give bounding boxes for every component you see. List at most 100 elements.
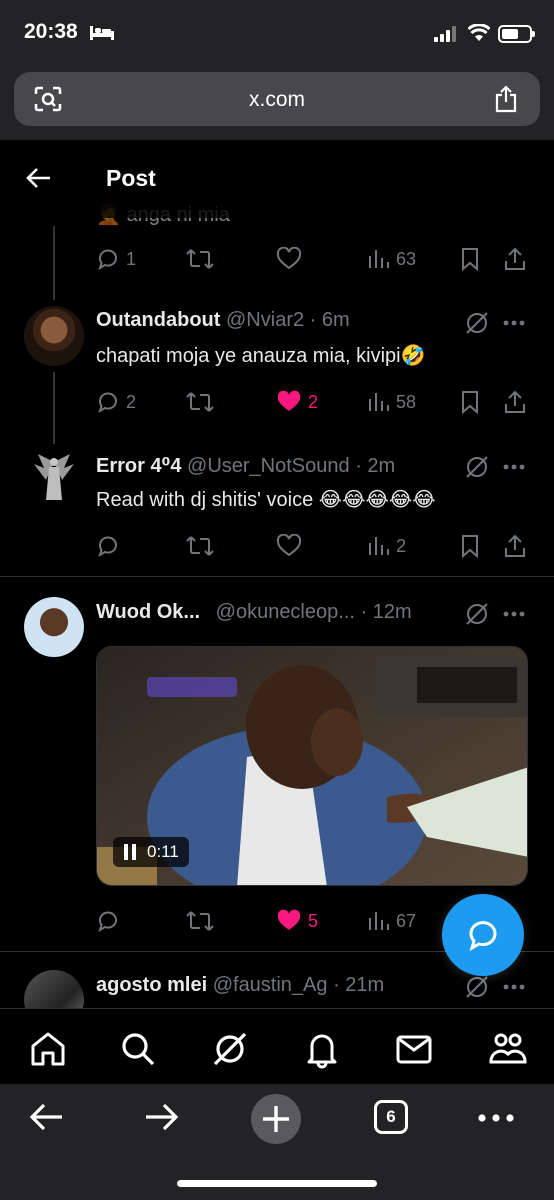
share-button[interactable] bbox=[504, 387, 526, 417]
reply-count: 2 bbox=[126, 391, 137, 412]
bookmark-icon bbox=[462, 535, 478, 558]
tabs-icon[interactable]: 6 bbox=[374, 1100, 408, 1134]
x-page: Post 🤦 anga ni mia 1 63 bbox=[0, 140, 554, 1008]
timestamp[interactable]: · 2m bbox=[355, 455, 395, 477]
thread-line bbox=[53, 226, 55, 300]
reply-button[interactable] bbox=[96, 906, 120, 936]
display-name[interactable]: Wuod Ok... bbox=[96, 601, 200, 623]
share-button[interactable] bbox=[504, 531, 526, 561]
repost-button[interactable] bbox=[186, 244, 214, 274]
share-icon bbox=[505, 534, 525, 557]
bed-icon bbox=[90, 26, 114, 40]
timestamp[interactable]: · 12m bbox=[360, 601, 411, 623]
display-name[interactable]: Outandabout bbox=[96, 309, 220, 331]
grok-icon[interactable] bbox=[464, 310, 490, 336]
like-button[interactable]: 5 bbox=[276, 906, 318, 936]
heart-icon bbox=[276, 534, 302, 557]
messages-icon[interactable] bbox=[394, 1029, 434, 1069]
like-count: 2 bbox=[308, 391, 319, 412]
pause-icon bbox=[124, 844, 136, 860]
signal-icon bbox=[434, 26, 456, 42]
video-time: 0:11 bbox=[147, 842, 179, 861]
grok-icon[interactable] bbox=[464, 601, 490, 627]
bookmark-button[interactable] bbox=[460, 531, 480, 561]
more-icon[interactable] bbox=[478, 1114, 514, 1122]
tweet-header: Error 4⁰4 @User_NotSound · 2m bbox=[96, 453, 395, 478]
handle[interactable]: @Nviar2 bbox=[226, 309, 304, 331]
views-button[interactable]: 58 bbox=[368, 387, 416, 417]
repost-icon bbox=[186, 392, 214, 412]
display-name[interactable]: Error 4⁰4 bbox=[96, 455, 181, 477]
home-icon[interactable] bbox=[28, 1029, 68, 1069]
browser-toolbar: 6 bbox=[0, 1084, 554, 1200]
grok-icon[interactable] bbox=[210, 1029, 250, 1069]
views-button[interactable]: 63 bbox=[368, 244, 416, 274]
forward-icon[interactable] bbox=[142, 1100, 180, 1134]
new-tab-button[interactable] bbox=[251, 1094, 301, 1144]
repost-button[interactable] bbox=[186, 531, 214, 561]
more-icon[interactable] bbox=[503, 320, 525, 326]
repost-button[interactable] bbox=[186, 387, 214, 417]
timestamp[interactable]: · 21m bbox=[333, 974, 384, 996]
more-icon[interactable] bbox=[503, 984, 525, 990]
like-button[interactable] bbox=[276, 244, 302, 274]
more-icon[interactable] bbox=[503, 464, 525, 470]
repost-icon bbox=[186, 249, 214, 269]
views-icon bbox=[369, 393, 389, 411]
back-icon[interactable] bbox=[28, 1100, 66, 1134]
reply-button[interactable]: 1 bbox=[96, 244, 136, 274]
avatar[interactable] bbox=[24, 597, 84, 657]
search-icon[interactable] bbox=[118, 1029, 158, 1069]
tweet-actions: 1 63 bbox=[96, 244, 530, 274]
video-player[interactable]: 0:11 bbox=[96, 646, 528, 886]
share-icon[interactable] bbox=[494, 85, 518, 113]
heart-icon bbox=[276, 247, 302, 270]
bookmark-button[interactable] bbox=[460, 244, 480, 274]
grok-icon[interactable] bbox=[464, 454, 490, 480]
tweet[interactable]: Outandabout @Nviar2 · 6m chapati moja ye… bbox=[0, 300, 554, 444]
display-name[interactable]: agosto mlei bbox=[96, 974, 207, 996]
tweet-actions: 2 bbox=[96, 531, 530, 561]
grok-icon[interactable] bbox=[464, 974, 490, 1000]
back-arrow-icon[interactable] bbox=[24, 164, 52, 192]
timestamp[interactable]: · 6m bbox=[310, 309, 350, 331]
video-timer[interactable]: 0:11 bbox=[113, 837, 189, 867]
views-button[interactable]: 67 bbox=[368, 906, 416, 936]
handle[interactable]: @okunecleop... bbox=[216, 601, 355, 623]
tweet-text: chapati moja ye anauza mia, kivipi🤣 bbox=[96, 345, 426, 367]
like-button[interactable]: 2 bbox=[276, 387, 318, 417]
reply-count: 1 bbox=[126, 248, 137, 269]
reply-button[interactable] bbox=[96, 531, 120, 561]
views-button[interactable]: 2 bbox=[368, 531, 406, 561]
tweet-header: Outandabout @Nviar2 · 6m bbox=[96, 309, 350, 332]
tweet-text: Read with dj shitis' voice 😂😂😂😂😂 bbox=[96, 489, 436, 511]
compose-reply-button[interactable] bbox=[442, 894, 524, 976]
repost-button[interactable] bbox=[186, 906, 214, 936]
handle[interactable]: @User_NotSound bbox=[187, 455, 350, 477]
address-bar[interactable]: x.com bbox=[14, 72, 540, 126]
heart-filled-icon bbox=[277, 390, 301, 411]
new-tab-icon bbox=[263, 1106, 289, 1132]
like-button[interactable] bbox=[276, 531, 302, 561]
home-indicator[interactable] bbox=[177, 1180, 377, 1187]
reply-icon bbox=[98, 536, 117, 558]
avatar[interactable] bbox=[24, 448, 84, 508]
reply-button[interactable]: 2 bbox=[96, 387, 136, 417]
handle[interactable]: @faustin_Ag bbox=[213, 974, 328, 996]
view-count: 67 bbox=[396, 910, 417, 931]
heart-filled-icon bbox=[277, 909, 301, 930]
share-button[interactable] bbox=[504, 244, 526, 274]
bookmark-button[interactable] bbox=[460, 387, 480, 417]
share-icon bbox=[505, 247, 525, 270]
notifications-icon[interactable] bbox=[302, 1029, 342, 1069]
communities-icon[interactable] bbox=[488, 1029, 528, 1069]
tweet-header: agosto mlei @faustin_Ag · 21m bbox=[96, 974, 384, 997]
avatar[interactable] bbox=[24, 970, 84, 1008]
page-title: Post bbox=[106, 165, 156, 191]
repost-icon bbox=[186, 911, 214, 931]
battery-icon bbox=[498, 25, 535, 43]
tweet[interactable]: Error 4⁰4 @User_NotSound · 2m Read with … bbox=[0, 442, 554, 576]
avatar[interactable] bbox=[24, 306, 84, 366]
more-icon[interactable] bbox=[503, 611, 525, 617]
views-icon bbox=[369, 912, 389, 930]
